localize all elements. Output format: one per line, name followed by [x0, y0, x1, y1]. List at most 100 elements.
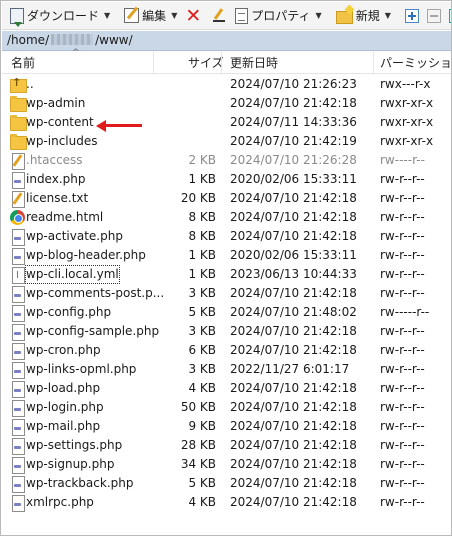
file-size: 50 KB — [180, 400, 216, 414]
file-permissions: rw-r--r-- — [380, 324, 425, 338]
new-button[interactable]: 新規 ▼ — [334, 5, 393, 27]
file-size: 6 KB — [188, 343, 216, 357]
folder-icon — [9, 133, 27, 150]
filter-button[interactable] — [447, 5, 451, 27]
download-label: ダウンロード — [27, 9, 100, 23]
file-row[interactable]: wp-login.php 50 KB 2024/07/10 21:42:18 rw-r… — [2, 398, 451, 417]
column-header-permissions[interactable]: パーミッション — [380, 52, 451, 74]
edit-button[interactable]: 編集 ▼ — [122, 5, 179, 27]
properties-icon — [235, 7, 249, 24]
text-file-icon — [9, 152, 26, 170]
file-size: 34 KB — [180, 457, 216, 471]
file-row[interactable]: wp-blog-header.php 1 KB 2020/02/06 15:33:1… — [2, 246, 451, 265]
file-name: wp-includes — [26, 134, 98, 148]
file-size: 8 KB — [188, 210, 216, 224]
file-list: .. 2024/07/10 21:26:23 rwx---r-x wp-admin 20… — [2, 75, 451, 512]
edit-dropdown-icon[interactable]: ▼ — [171, 11, 177, 20]
folder-row[interactable]: .. 2024/07/10 21:26:23 rwx---r-x — [2, 75, 451, 94]
path-bar[interactable]: /home/ /www/ — [2, 31, 451, 51]
collapse-button[interactable] — [425, 5, 443, 27]
highlight-arrow-icon — [96, 120, 142, 132]
folder-row[interactable]: wp-includes 2024/07/10 21:42:19 rwxr-xr-x — [2, 132, 451, 151]
properties-dropdown-icon[interactable]: ▼ — [316, 11, 322, 20]
file-permissions: rw-r--r-- — [380, 229, 425, 243]
file-size: 5 KB — [188, 305, 216, 319]
download-icon — [10, 7, 24, 27]
file-row[interactable]: wp-load.php 4 KB 2024/07/10 21:42:18 rw-r--… — [2, 379, 451, 398]
file-row[interactable]: license.txt 20 KB 2024/07/10 21:42:18 rw-r-… — [2, 189, 451, 208]
file-size: 9 KB — [188, 419, 216, 433]
file-size: 28 KB — [180, 438, 216, 452]
file-modified: 2024/07/10 21:42:18 — [230, 381, 357, 395]
column-header-name[interactable]: 名前 — [11, 52, 35, 74]
file-permissions: rw-r--r-- — [380, 419, 425, 433]
php-file-icon — [9, 456, 26, 474]
file-name: wp-cron.php — [26, 343, 101, 357]
expand-button[interactable] — [403, 5, 421, 27]
file-row[interactable]: wp-trackback.php 5 KB 2024/07/10 21:42:18 r… — [2, 474, 451, 493]
file-row[interactable]: wp-config.php 5 KB 2024/07/10 21:48:02 rw--… — [2, 303, 451, 322]
file-row[interactable]: wp-cron.php 6 KB 2024/07/10 21:42:18 rw-r--… — [2, 341, 451, 360]
delete-button[interactable]: ✕ — [183, 5, 203, 27]
file-size: 1 KB — [188, 172, 216, 186]
path-prefix: /home/ — [7, 33, 50, 47]
file-row[interactable]: index.php 1 KB 2020/02/06 15:33:11 rw-r--r-… — [2, 170, 451, 189]
path-suffix: /www/ — [95, 33, 133, 47]
file-size: 1 KB — [188, 267, 216, 281]
php-file-icon — [9, 418, 26, 436]
file-row[interactable]: wp-signup.php 34 KB 2024/07/10 21:42:18 rw-… — [2, 455, 451, 474]
file-manager-window: ダウンロード ▼ 編集 ▼ ✕ プロパティ ▼ 新規 ▼ /home/ /www… — [0, 0, 452, 536]
file-permissions: rw-r--r-- — [380, 438, 425, 452]
file-name: wp-login.php — [26, 400, 104, 414]
file-row[interactable]: .htaccess 2 KB 2024/07/10 21:26:28 rw----r-… — [2, 151, 451, 170]
column-divider[interactable] — [153, 52, 154, 74]
new-folder-icon — [335, 10, 353, 24]
php-file-icon — [9, 475, 26, 493]
folder-icon — [9, 95, 27, 112]
php-file-icon — [9, 171, 26, 189]
file-row[interactable]: wp-comments-post.p... 3 KB 2024/07/10 21:4… — [2, 284, 451, 303]
column-divider[interactable] — [221, 52, 222, 74]
file-row[interactable]: wp-links-opml.php 3 KB 2022/11/27 6:01:17 r… — [2, 360, 451, 379]
file-size: 3 KB — [188, 362, 216, 376]
column-header-modified[interactable]: 更新日時 — [230, 52, 278, 74]
file-name: wp-blog-header.php — [26, 248, 146, 262]
folder-row[interactable]: wp-admin 2024/07/10 21:42:18 rwxr-xr-x — [2, 94, 451, 113]
file-permissions: rw-r--r-- — [380, 381, 425, 395]
file-row[interactable]: readme.html 8 KB 2024/07/10 21:42:18 rw-r--… — [2, 208, 451, 227]
file-name: wp-links-opml.php — [26, 362, 137, 376]
file-row[interactable]: xmlrpc.php 4 KB 2024/07/10 21:42:18 rw-r--r… — [2, 493, 451, 512]
properties-button[interactable]: プロパティ ▼ — [233, 5, 323, 27]
php-file-icon — [9, 380, 26, 398]
file-permissions: rw-r--r-- — [380, 457, 425, 471]
rename-icon — [211, 8, 227, 23]
file-name: wp-config-sample.php — [26, 324, 160, 338]
edit-label: 編集 — [142, 9, 167, 23]
redacted-username — [51, 34, 94, 45]
file-permissions: rwxr-xr-x — [380, 134, 434, 148]
file-row[interactable]: wp-settings.php 28 KB 2024/07/10 21:42:18 r… — [2, 436, 451, 455]
file-permissions: rwxr-xr-x — [380, 115, 434, 129]
column-divider[interactable] — [373, 52, 374, 74]
file-modified: 2024/07/11 14:33:36 — [230, 115, 357, 129]
column-header-size[interactable]: サイズ — [188, 52, 224, 74]
file-row[interactable]: wp-config-sample.php 3 KB 2024/07/10 21:42… — [2, 322, 451, 341]
file-row[interactable]: wp-mail.php 9 KB 2024/07/10 21:42:18 rw-r--… — [2, 417, 451, 436]
file-modified: 2024/07/10 21:42:18 — [230, 210, 357, 224]
php-file-icon — [9, 304, 26, 322]
file-permissions: rw----r-- — [380, 153, 425, 167]
download-button[interactable]: ダウンロード ▼ — [8, 5, 112, 27]
file-row[interactable]: wp-cli.local.yml 1 KB 2023/06/13 10:44:33 r… — [2, 265, 451, 284]
file-name: xmlrpc.php — [26, 495, 94, 509]
file-row[interactable]: wp-activate.php 8 KB 2024/07/10 21:42:18 rw… — [2, 227, 451, 246]
download-dropdown-icon[interactable]: ▼ — [104, 11, 110, 20]
folder-row[interactable]: wp-content 2024/07/11 14:33:36 rwxr-xr-x — [2, 113, 451, 132]
expand-icon — [404, 8, 419, 23]
file-name: wp-activate.php — [26, 229, 123, 243]
new-dropdown-icon[interactable]: ▼ — [385, 11, 391, 20]
file-modified: 2024/07/10 21:42:18 — [230, 419, 357, 433]
file-size: 8 KB — [188, 229, 216, 243]
file-modified: 2024/07/10 21:42:18 — [230, 229, 357, 243]
rename-button[interactable] — [209, 5, 229, 27]
new-label: 新規 — [355, 9, 380, 23]
